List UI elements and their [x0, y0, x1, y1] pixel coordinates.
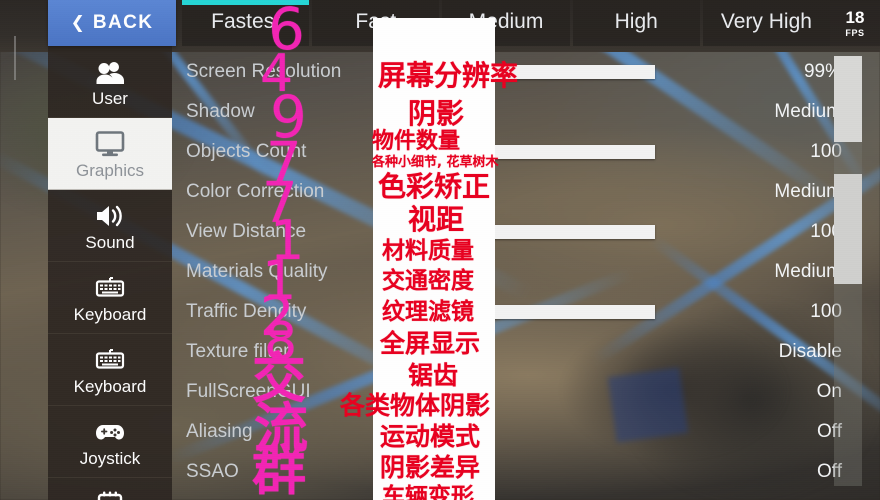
setting-row[interactable]: Aliasing Off: [180, 412, 880, 452]
sidebar-item-todo[interactable]: TODO: [48, 478, 172, 500]
speaker-icon: [94, 201, 126, 231]
sidebar-item-label: Sound: [85, 232, 135, 252]
keyboard-icon: [94, 345, 126, 375]
setting-row[interactable]: Shadow Medium: [180, 92, 880, 132]
back-button-label: BACK: [92, 12, 154, 33]
tab-label: Fastest: [211, 10, 281, 33]
sidebar-item-user[interactable]: User: [48, 46, 172, 118]
sidebar-item-keyboard[interactable]: Keyboard: [48, 334, 172, 406]
quality-preset-tabs: FastestFastMediumHighVery High: [176, 0, 831, 46]
settings-list: Screen Resolution 99% Shadow Medium Objects …: [180, 52, 880, 500]
sidebar-item-sound[interactable]: Sound: [48, 190, 172, 262]
setting-slider[interactable]: [490, 305, 655, 319]
scrollbar-thumb-upper[interactable]: [834, 56, 862, 142]
sidebar-item-label: Graphics: [75, 160, 145, 180]
calendar-check-icon: [96, 489, 124, 500]
sidebar-item-label: Keyboard: [73, 304, 147, 324]
chevron-left-icon: ❮: [70, 12, 85, 32]
tab-label: Very High: [720, 10, 812, 33]
tab-high[interactable]: High: [572, 0, 700, 46]
fps-value: 18: [845, 7, 865, 27]
setting-row[interactable]: Objects Count 100: [180, 132, 880, 172]
fps-counter: 18 FPS: [830, 0, 880, 46]
setting-row[interactable]: Texture filter Disable: [180, 332, 880, 372]
sidebar-item-label: Joystick: [79, 448, 141, 468]
category-sidebar: User Graphics Sound Keyboard Keyboard Joystic…: [48, 46, 172, 500]
sidebar-item-graphics[interactable]: Graphics: [48, 118, 172, 190]
settings-scrollbar[interactable]: [834, 56, 862, 486]
setting-slider[interactable]: [490, 65, 655, 79]
tab-label: High: [614, 10, 658, 33]
setting-slider[interactable]: [490, 225, 655, 239]
setting-row[interactable]: FullScreenGUI On: [180, 372, 880, 412]
monitor-icon: [95, 129, 125, 159]
tab-fastest[interactable]: Fastest: [182, 0, 310, 46]
users-icon: [95, 57, 125, 87]
sidebar-item-joystick[interactable]: Joystick: [48, 406, 172, 478]
setting-row[interactable]: Traffic Dencity 100: [180, 292, 880, 332]
setting-row[interactable]: SSAO Off: [180, 452, 880, 492]
gamepad-icon: [94, 417, 126, 447]
annotation-white-panel: [373, 18, 495, 500]
tab-active-underline: [182, 0, 310, 5]
setting-row[interactable]: Motion BlurOff: [180, 492, 880, 500]
setting-row[interactable]: Screen Resolution 99%: [180, 52, 880, 92]
game-settings-screen: ❮ BACK FastestFastMediumHighVery High 18…: [0, 0, 880, 500]
sidebar-item-label: User: [92, 88, 128, 108]
sidebar-item-label: Keyboard: [73, 376, 147, 396]
back-button[interactable]: ❮ BACK: [48, 0, 176, 46]
setting-row[interactable]: View Distance 100: [180, 212, 880, 252]
keyboard-icon: [94, 273, 126, 303]
setting-slider[interactable]: [490, 145, 655, 159]
scrollbar-thumb-lower[interactable]: [834, 174, 862, 284]
fps-unit: FPS: [845, 27, 865, 38]
sidebar-item-keyboard[interactable]: Keyboard: [48, 262, 172, 334]
tab-very-high[interactable]: Very High: [702, 0, 831, 46]
setting-row[interactable]: Materials Quality Medium: [180, 252, 880, 292]
setting-row[interactable]: Color Correction Medium: [180, 172, 880, 212]
